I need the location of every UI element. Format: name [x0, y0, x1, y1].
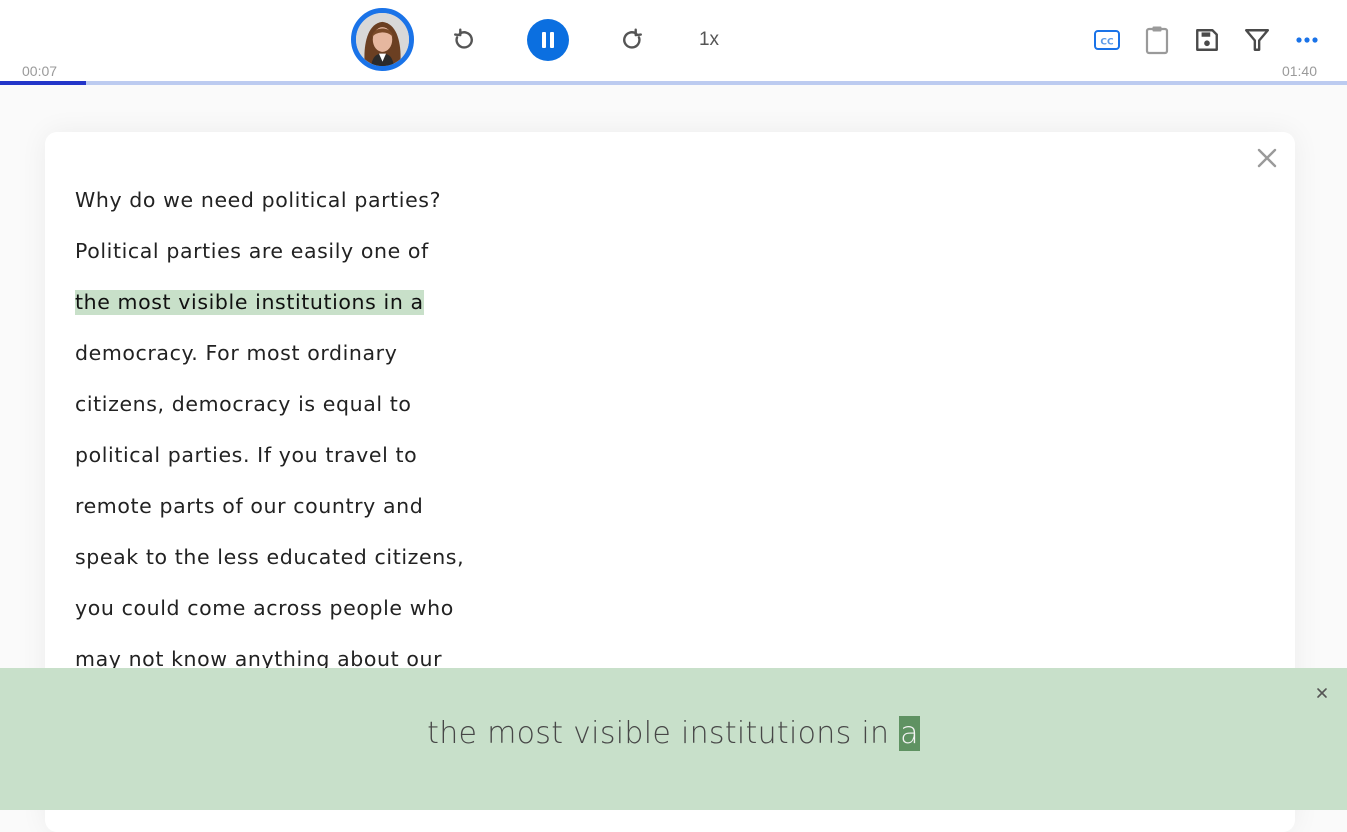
transcript-text: Why do we need political parties? Politic… [75, 185, 464, 695]
caption-current-word: a [899, 716, 920, 751]
transcript-line-text: democracy. For most ordinary [75, 341, 398, 365]
transcript-line[interactable]: the most visible institutions in a [75, 287, 464, 338]
transcript-line[interactable]: political parties. If you travel to [75, 440, 464, 491]
total-time: 01:40 [1281, 63, 1317, 79]
transcript-line-text: you could come across people who [75, 596, 454, 620]
transcript-line[interactable]: you could come across people who [75, 593, 464, 644]
filter-icon [1244, 29, 1270, 51]
pause-icon [542, 32, 554, 48]
clipboard-icon [1145, 26, 1169, 55]
more-options-button[interactable] [1292, 25, 1322, 55]
close-transcript-button[interactable] [1255, 146, 1279, 170]
transcript-line[interactable]: Political parties are easily one of [75, 236, 464, 287]
transcript-line[interactable]: citizens, democracy is equal to [75, 389, 464, 440]
pause-button[interactable] [527, 19, 569, 61]
closed-captions-icon: CC [1094, 30, 1120, 50]
save-button[interactable] [1192, 25, 1222, 55]
close-icon [1257, 148, 1277, 168]
transcript-line[interactable]: remote parts of our country and [75, 491, 464, 542]
transcript-line-text: speak to the less educated citizens, [75, 545, 465, 569]
caption-text: the most visible institutions in a [0, 716, 1347, 751]
filter-button[interactable] [1242, 25, 1272, 55]
close-icon [1317, 688, 1327, 698]
narrator-avatar[interactable] [351, 8, 414, 71]
transcript-line-text: remote parts of our country and [75, 494, 424, 518]
forward-button[interactable] [618, 25, 648, 55]
transcript-line-text: Why do we need political parties? [75, 188, 442, 212]
transcript-line-text: Political parties are easily one of [75, 239, 429, 263]
player-toolbar: 1x CC 00:07 01:40 [0, 0, 1347, 85]
svg-text:CC: CC [1100, 38, 1114, 48]
save-icon [1196, 29, 1218, 51]
caption-words: the most visible institutions in [427, 716, 900, 751]
progress-bar[interactable] [0, 81, 1347, 85]
transcript-line[interactable]: Why do we need political parties? [75, 185, 464, 236]
more-icon [1296, 37, 1318, 43]
transcript-line[interactable]: democracy. For most ordinary [75, 338, 464, 389]
playback-speed-button[interactable]: 1x [692, 26, 726, 54]
transcript-line-highlighted-text: the most visible institutions in a [75, 290, 424, 315]
transcript-line[interactable]: speak to the less educated citizens, [75, 542, 464, 593]
closed-captions-button[interactable]: CC [1092, 25, 1122, 55]
close-caption-button[interactable] [1313, 684, 1331, 702]
forward-icon [623, 28, 642, 49]
transcript-line-text: political parties. If you travel to [75, 443, 418, 467]
rewind-icon [454, 28, 473, 49]
progress-fill [0, 81, 87, 85]
transcript-line-text: citizens, democracy is equal to [75, 392, 412, 416]
clipboard-button[interactable] [1142, 25, 1172, 55]
portrait-image [356, 13, 409, 66]
current-time: 00:07 [22, 63, 58, 79]
rewind-button[interactable] [448, 25, 478, 55]
